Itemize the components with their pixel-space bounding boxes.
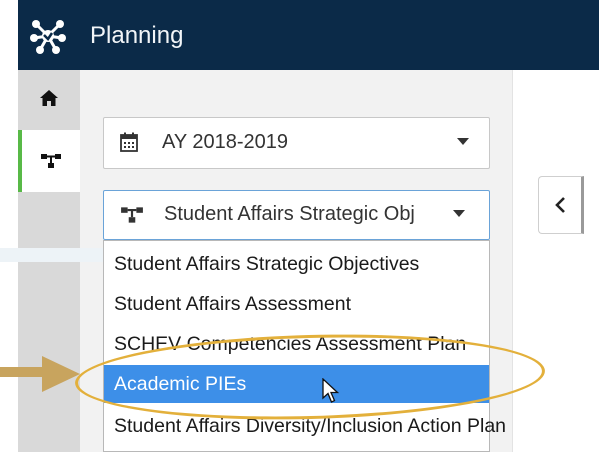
academic-year-value: AY 2018-2019 (162, 131, 289, 153)
app-logo-icon (30, 20, 66, 54)
plan-select[interactable]: Student Affairs Strategic Obj (103, 190, 490, 240)
plan-dropdown-list: Student Affairs Strategic Objectives Stu… (103, 240, 506, 452)
rail-item-home[interactable] (18, 74, 80, 122)
mouse-cursor-icon (322, 378, 340, 403)
dropdown-option-selected[interactable]: Academic PIEs (104, 365, 489, 403)
callout-arrow-icon (0, 356, 80, 392)
academic-year-select[interactable]: AY 2018-2019 (103, 117, 490, 169)
chevron-left-icon (555, 197, 565, 213)
hierarchy-icon (41, 154, 61, 168)
dropdown-option[interactable]: Student Affairs Strategic Objectives (104, 245, 489, 283)
content-pane (512, 70, 599, 452)
calendar-icon (120, 132, 138, 152)
dropdown-option[interactable]: Student Affairs Diversity/Inclusion Acti… (104, 407, 506, 445)
home-icon (40, 90, 58, 106)
chevron-down-icon (457, 138, 469, 145)
dropdown-option[interactable]: Student Affairs Assessment (104, 285, 489, 323)
app-title: Planning (90, 22, 184, 49)
hierarchy-icon (121, 207, 143, 223)
collapse-panel-button[interactable] (538, 176, 584, 234)
background-decoration (0, 248, 120, 262)
dropdown-option[interactable]: SCHEV Competencies Assessment Plan (104, 325, 489, 363)
plan-select-value: Student Affairs Strategic Obj (164, 203, 415, 225)
top-bar: Planning (18, 0, 599, 70)
chevron-down-icon (453, 210, 465, 217)
rail-item-hierarchy[interactable] (18, 130, 80, 192)
